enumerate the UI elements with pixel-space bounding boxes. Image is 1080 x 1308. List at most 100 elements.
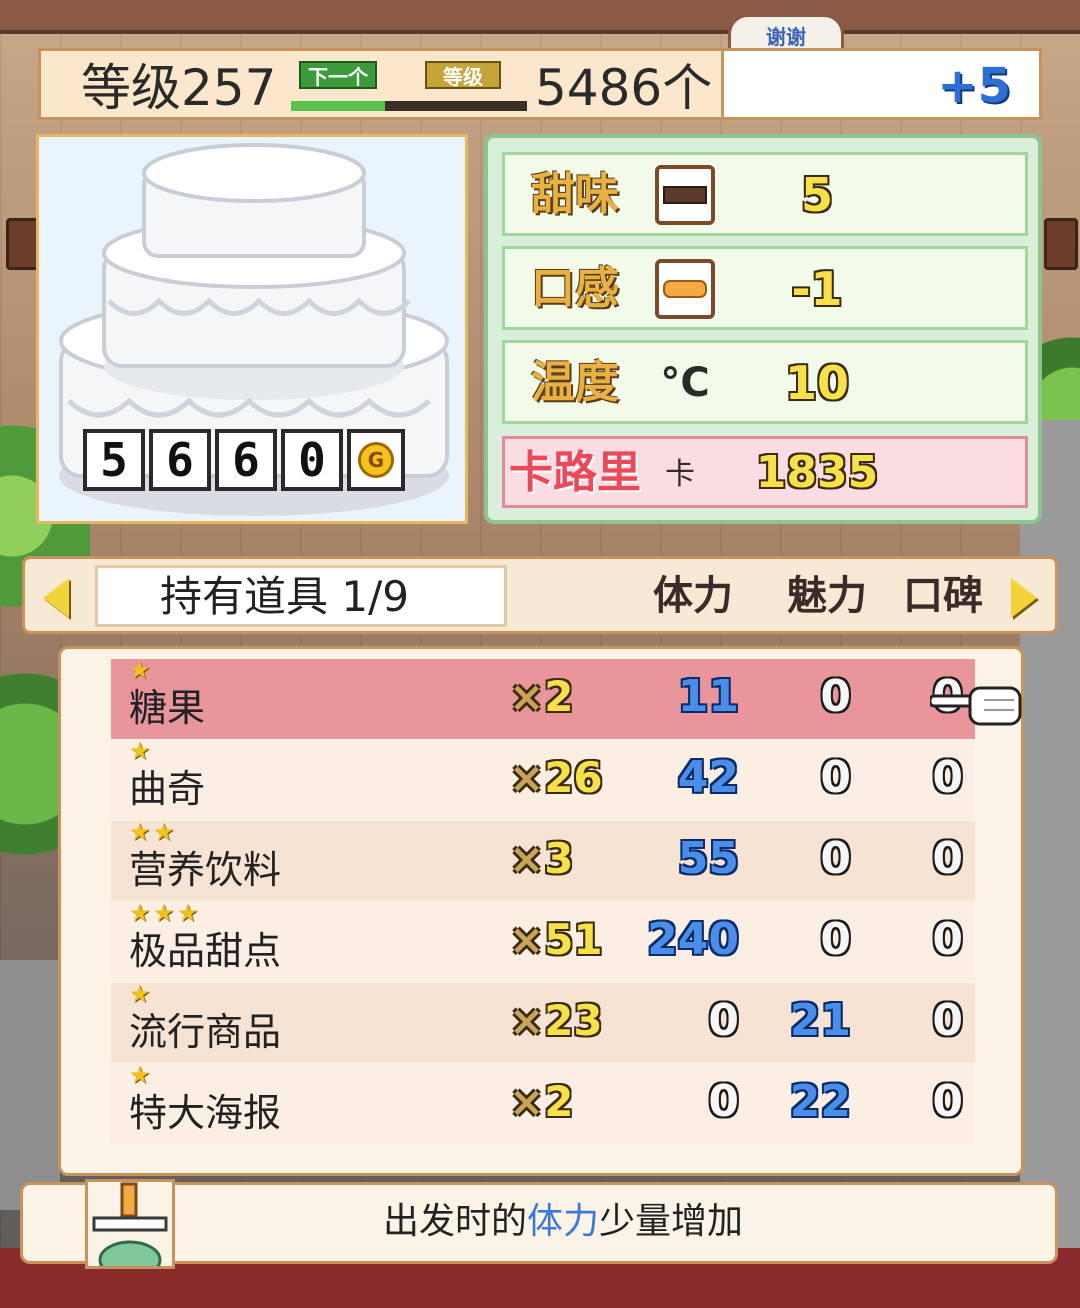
scale-icon	[85, 1179, 175, 1280]
star-icon: ★	[129, 980, 151, 1008]
items-list: ★糖果×21100★曲奇×264200★★营养饮料×35500★★★极品甜点×5…	[58, 646, 1024, 1176]
stat-row-texture: 口感 -1	[502, 246, 1028, 330]
item-quantity-value: 3	[544, 834, 574, 883]
roof-eave	[0, 0, 1080, 34]
item-quantity-value: 23	[544, 996, 603, 1045]
item-stamina: 240	[647, 914, 739, 965]
item-charm: 0	[820, 833, 851, 884]
item-quantity-value: 2	[544, 672, 574, 721]
item-reputation: 0	[932, 995, 963, 1046]
description-text: 出发时的体力少量增加	[383, 1197, 743, 1247]
scale-icon-art	[92, 1182, 168, 1280]
star-icon: ★	[177, 899, 199, 927]
star-icon: ★	[153, 818, 175, 846]
stone-path	[1020, 420, 1080, 1308]
item-quantity-value: 26	[544, 753, 603, 802]
item-name: 糖果	[129, 686, 206, 730]
item-row[interactable]: ★ ★ ★ 极品甜点 ×51 240 0 0	[111, 899, 975, 982]
rarity-stars: ★	[129, 980, 153, 1008]
item-charm: 0	[820, 671, 851, 722]
price-digit: 0	[281, 429, 343, 491]
stone-path	[0, 960, 60, 1210]
item-charm: 0	[820, 914, 851, 965]
item-charm: 0	[820, 752, 851, 803]
stat-row-temperature: 温度 °C 10	[502, 340, 1028, 424]
rarity-stars: ★	[129, 656, 153, 684]
item-quantity: ×2	[509, 1074, 573, 1130]
tab-title-box: 持有道具 1/9	[95, 565, 507, 627]
rarity-stars: ★	[129, 1061, 153, 1089]
star-icon: ★	[129, 1061, 151, 1089]
gold-coin-icon: G	[347, 429, 405, 491]
cake-panel: 5 6 6 0 G	[36, 134, 468, 524]
price-tag: 5 6 6 0 G	[83, 429, 405, 493]
item-stamina: 0	[708, 1076, 739, 1127]
calorie-unit: 卡	[665, 457, 695, 492]
description-suffix: 少量增加	[599, 1201, 744, 1242]
item-stamina: 0	[708, 995, 739, 1046]
multiply-icon: ×	[509, 672, 545, 721]
item-quantity: ×3	[509, 831, 573, 887]
description-highlight: 体力	[527, 1201, 600, 1242]
item-charm: 21	[789, 995, 851, 1046]
item-reputation: 0	[932, 914, 963, 965]
lamp-icon	[1044, 218, 1078, 270]
stat-value: -1	[791, 262, 843, 316]
stat-row-calorie: 卡路里 卡 1835	[502, 436, 1028, 508]
level-count: 5486个	[535, 59, 713, 117]
item-reputation: 0	[932, 1076, 963, 1127]
star-icon: ★	[129, 737, 151, 765]
stats-panel: 甜味 5 口感 -1 温度 °C 10 卡路里 卡 1835	[484, 134, 1042, 524]
arrow-left-icon	[43, 578, 69, 618]
gold-unit: G	[358, 442, 394, 478]
multiply-icon: ×	[509, 1077, 545, 1126]
bonus-value: +5	[937, 58, 1011, 114]
multiply-icon: ×	[509, 834, 545, 883]
column-header-stamina: 体力	[653, 573, 733, 619]
star-icon: ★	[129, 818, 151, 846]
item-row[interactable]: ★ ★ 营养饮料 ×3 55 0 0	[111, 818, 975, 901]
item-name: 营养饮料	[129, 848, 282, 892]
item-name: 极品甜点	[129, 929, 282, 973]
item-name: 曲奇	[129, 767, 206, 811]
item-quantity-value: 51	[544, 915, 603, 964]
level-progress-bar	[291, 101, 527, 111]
price-digit: 6	[215, 429, 277, 491]
multiply-icon: ×	[509, 915, 545, 964]
star-icon: ★	[129, 656, 151, 684]
bonus-box[interactable]: +5	[724, 48, 1042, 120]
item-reputation: 0	[932, 752, 963, 803]
lamp-icon	[6, 218, 40, 270]
price-digit: 5	[83, 429, 145, 491]
column-header-charm: 魅力	[787, 573, 867, 619]
item-name: 流行商品	[129, 1010, 282, 1054]
item-row[interactable]: ★ 特大海报 ×2 0 22 0	[111, 1061, 975, 1144]
item-row[interactable]: ★ 流行商品 ×23 0 21 0	[111, 980, 975, 1063]
item-row[interactable]: ★糖果×21100	[111, 656, 975, 739]
item-quantity: ×23	[509, 993, 603, 1049]
item-quantity: ×26	[509, 750, 603, 806]
item-row[interactable]: ★ 曲奇 ×26 42 0 0	[111, 737, 975, 820]
items-tab-header: 持有道具 1/9 体力 魅力 口碑	[22, 556, 1058, 634]
description-prefix: 出发时的	[383, 1201, 528, 1242]
item-quantity-value: 2	[544, 1077, 574, 1126]
grade-badge: 等级	[425, 61, 501, 89]
calorie-label: 卡路里	[509, 447, 641, 498]
bun-icon	[655, 259, 715, 319]
item-reputation: 0	[932, 833, 963, 884]
stat-row-sweet: 甜味 5	[502, 152, 1028, 236]
calorie-value: 1835	[755, 447, 879, 498]
tab-title: 持有道具 1/9	[160, 572, 409, 621]
stat-value: 5	[800, 168, 833, 222]
celsius-icon: °C	[660, 360, 710, 406]
hand-pointer-icon	[930, 686, 1022, 726]
item-stamina: 42	[677, 752, 739, 803]
multiply-icon: ×	[509, 753, 545, 802]
level-progress-fill	[291, 101, 386, 111]
star-icon: ★	[153, 899, 175, 927]
column-header-reputation: 口碑	[903, 573, 983, 619]
stat-label: 口感	[531, 263, 619, 314]
rarity-stars: ★ ★ ★	[129, 899, 201, 927]
next-page-button[interactable]	[999, 569, 1049, 627]
prev-page-button[interactable]	[31, 569, 81, 627]
